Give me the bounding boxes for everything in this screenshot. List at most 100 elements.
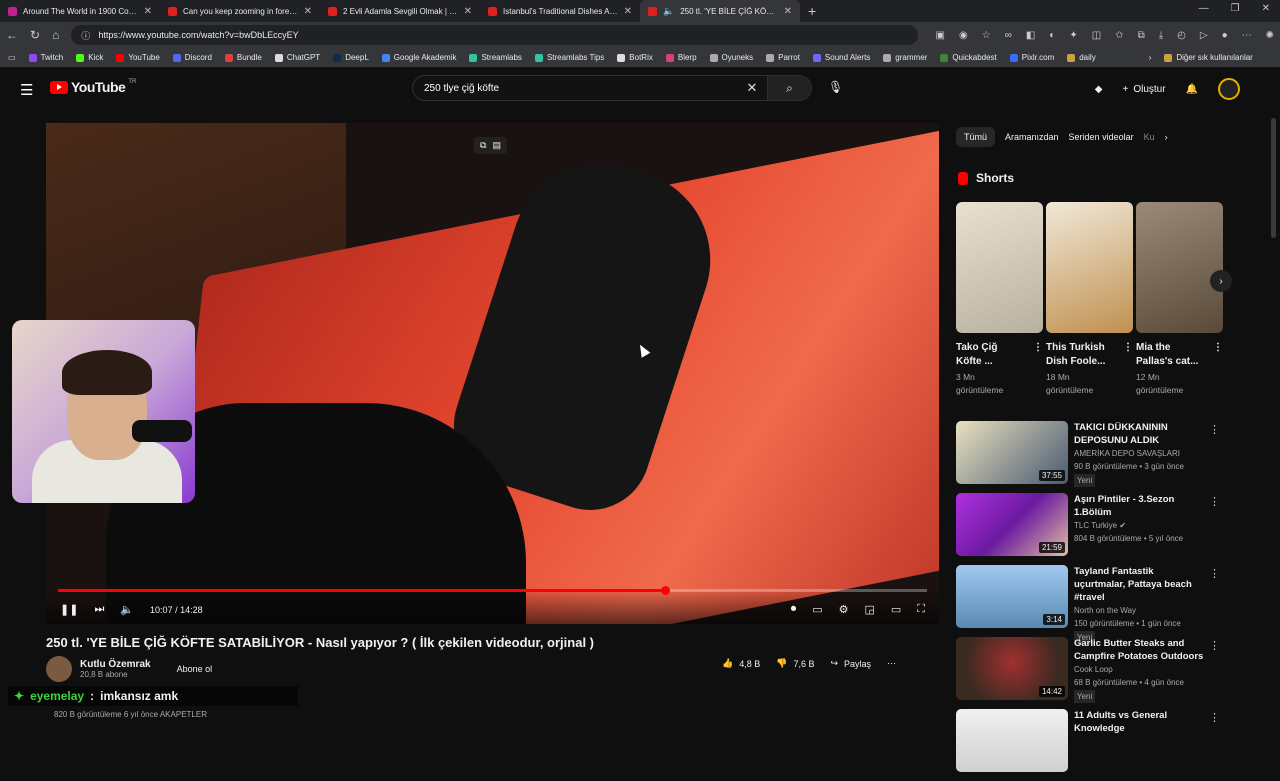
link-icon[interactable]: ∞ — [1005, 30, 1012, 41]
progress-bar[interactable] — [58, 586, 927, 595]
volume-icon[interactable]: 🔈 — [120, 603, 134, 616]
minimize-icon[interactable]: — — [1199, 3, 1209, 14]
subscribe-button[interactable]: Abone ol — [177, 664, 213, 674]
reload-icon[interactable]: ↻ — [30, 28, 40, 42]
site-info-icon[interactable]: ⓘ — [81, 29, 90, 42]
bookmark-sound-alerts[interactable]: Sound Alerts — [812, 53, 870, 62]
bookmark-google-akademik[interactable]: Google Akademik — [381, 53, 456, 62]
kebab-menu-icon[interactable]: ⋮ — [1209, 711, 1220, 724]
close-tab-icon[interactable]: ✕ — [464, 6, 472, 17]
kebab-menu-icon[interactable]: ⋮ — [1033, 341, 1043, 369]
scrollbar[interactable] — [1271, 118, 1276, 238]
shorts-next-button[interactable]: › — [1210, 270, 1232, 292]
maximize-icon[interactable]: ❐ — [1231, 3, 1240, 14]
kebab-menu-icon[interactable]: ⋮ — [1209, 567, 1220, 580]
gamepad-icon[interactable]: ◆ — [1095, 84, 1103, 95]
recommended-video[interactable]: 14:42 Garlic Butter Steaks and Campfire … — [956, 637, 1226, 709]
close-tab-icon[interactable]: ✕ — [784, 6, 792, 17]
bookmark-daily[interactable]: daily — [1067, 53, 1096, 62]
browser-tab[interactable]: Istanbul's Traditional Dishes Are V ✕ — [480, 0, 640, 22]
speaker-icon[interactable]: 🔈 — [663, 6, 674, 17]
chevron-right-icon[interactable]: › — [1165, 132, 1168, 142]
next-icon[interactable]: ⏭ — [94, 603, 104, 616]
like-button[interactable]: 👍 4,8 B — [722, 658, 760, 669]
collections-icon[interactable]: ⧉ — [1138, 30, 1145, 41]
miniplayer-icon[interactable]: ⧉ — [480, 140, 486, 151]
recommended-video[interactable]: 21:59 Aşırı Pintiler - 3.Sezon 1.Bölüm TL… — [956, 493, 1226, 565]
bookmark-oyuneks[interactable]: Oyuneks — [709, 53, 753, 62]
autoplay-toggle[interactable]: ⏺ — [791, 603, 797, 616]
bookmark-deepl[interactable]: DeepL — [333, 53, 369, 62]
extension-icon[interactable]: ▣ — [936, 30, 945, 41]
more-actions-icon[interactable]: ⋯ — [887, 658, 896, 669]
bookmark-twitch[interactable]: Twitch — [28, 53, 63, 62]
video-thumbnail[interactable] — [956, 709, 1068, 772]
browser-tab[interactable]: 2 Evli Adamla Sevgili Olmak | Böy ✕ — [320, 0, 480, 22]
short-item[interactable]: This Turkish Dish Foole... ⋮ 18 Mn görüntül… — [1046, 202, 1133, 397]
miniplayer-icon[interactable]: ◲ — [864, 603, 874, 616]
back-icon[interactable]: ← — [6, 28, 18, 42]
bookmark-streamlabs[interactable]: Streamlabs — [469, 53, 522, 62]
bookmark-youtube[interactable]: YouTube — [116, 53, 160, 62]
bookmark-discord[interactable]: Discord — [172, 53, 212, 62]
voice-search-icon[interactable]: 🎙 — [828, 80, 843, 94]
search-input[interactable] — [413, 82, 737, 94]
short-item[interactable]: Mia the Pallas's cat... ⋮ 12 Mn görüntüleme — [1136, 202, 1223, 397]
short-thumbnail[interactable] — [956, 202, 1043, 333]
bookmark-parrot[interactable]: Parrot — [766, 53, 800, 62]
short-item[interactable]: Tako Çiğ Köfte ... ⋮ 3 Mn görüntüleme — [956, 202, 1043, 397]
recommended-video[interactable]: 37:55 TAKICI DÜKKANININ DEPOSUNU ALDIK AM… — [956, 421, 1226, 493]
apps-icon[interactable]: ▭ — [8, 53, 16, 62]
menu-icon[interactable]: ☰ — [20, 81, 33, 99]
theater-mode-icon[interactable]: ▭ — [891, 603, 901, 616]
chip-series[interactable]: Seriden videolar — [1069, 132, 1134, 142]
recommended-video[interactable]: 3:14 Tayland Fantastik uçurtmalar, Patta… — [956, 565, 1226, 644]
media-icon[interactable]: ▷ — [1200, 30, 1208, 41]
channel-avatar[interactable] — [46, 656, 72, 682]
avatar[interactable] — [1218, 78, 1240, 100]
new-tab-button[interactable]: + — [808, 3, 816, 19]
short-thumbnail[interactable] — [1046, 202, 1133, 333]
split-view-icon[interactable]: ◫ — [1092, 30, 1101, 41]
shield-icon[interactable]: ◉ — [959, 30, 968, 41]
pause-icon[interactable]: ❚❚ — [60, 603, 78, 616]
search-button[interactable]: ⌕ — [767, 76, 811, 100]
video-thumbnail[interactable]: 37:55 — [956, 421, 1068, 484]
browser-tab[interactable]: Around The World in 1900 Colori ✕ — [0, 0, 160, 22]
history-icon[interactable]: ◴ — [1177, 30, 1186, 41]
bookmark-blerp[interactable]: Blerp — [665, 53, 697, 62]
puzzle-icon[interactable]: ✦ — [1069, 30, 1077, 41]
more-icon[interactable]: ⋯ — [1242, 30, 1252, 41]
chip-all[interactable]: Tümü — [956, 127, 996, 147]
bookmark-kick[interactable]: Kick — [76, 53, 103, 62]
progress-scrubber[interactable] — [661, 586, 671, 595]
fullscreen-icon[interactable]: ⛶ — [917, 603, 925, 616]
video-thumbnail[interactable]: 3:14 — [956, 565, 1068, 628]
kebab-menu-icon[interactable]: ⋮ — [1123, 341, 1133, 369]
favorites-icon[interactable]: ✩ — [1115, 30, 1123, 41]
extension-icon[interactable]: ◐ — [1049, 30, 1055, 41]
bookmark-streamlabs-tips[interactable]: Streamlabs Tips — [534, 53, 604, 62]
video-thumbnail[interactable]: 14:42 — [956, 637, 1068, 700]
playlist-icon[interactable]: ▤ — [492, 140, 501, 151]
close-window-icon[interactable]: ✕ — [1262, 3, 1270, 14]
channel-name[interactable]: Kutlu Özemrak — [80, 659, 151, 670]
copilot-icon[interactable]: ✺ — [1266, 30, 1274, 41]
kebab-menu-icon[interactable]: ⋮ — [1213, 341, 1223, 369]
close-tab-icon[interactable]: ✕ — [304, 6, 312, 17]
browser-tab[interactable]: Can you keep zooming in forever ✕ — [160, 0, 320, 22]
chip-more[interactable]: Ku — [1144, 132, 1155, 142]
browser-tab-active[interactable]: 🔈 250 tl. 'YE BİLE ÇİĞ KÖFTE SA ✕ — [640, 0, 800, 22]
bookmark-pixlr[interactable]: Pixlr.com — [1009, 53, 1054, 62]
download-icon[interactable]: ⤓ — [1159, 30, 1163, 41]
subtitles-icon[interactable]: ▭ — [812, 603, 822, 616]
settings-gear-icon[interactable]: ⚙ — [839, 603, 849, 616]
kebab-menu-icon[interactable]: ⋮ — [1209, 639, 1220, 652]
chevron-right-icon[interactable]: › — [1149, 53, 1152, 62]
chip-from-search[interactable]: Aramanızdan — [1005, 132, 1059, 142]
profile-icon[interactable]: ● — [1222, 30, 1228, 41]
dislike-button[interactable]: 👎 7,6 B — [776, 658, 814, 669]
kebab-menu-icon[interactable]: ⋮ — [1209, 423, 1220, 436]
kebab-menu-icon[interactable]: ⋮ — [1209, 495, 1220, 508]
bookmark-grammer[interactable]: grammer — [883, 53, 927, 62]
